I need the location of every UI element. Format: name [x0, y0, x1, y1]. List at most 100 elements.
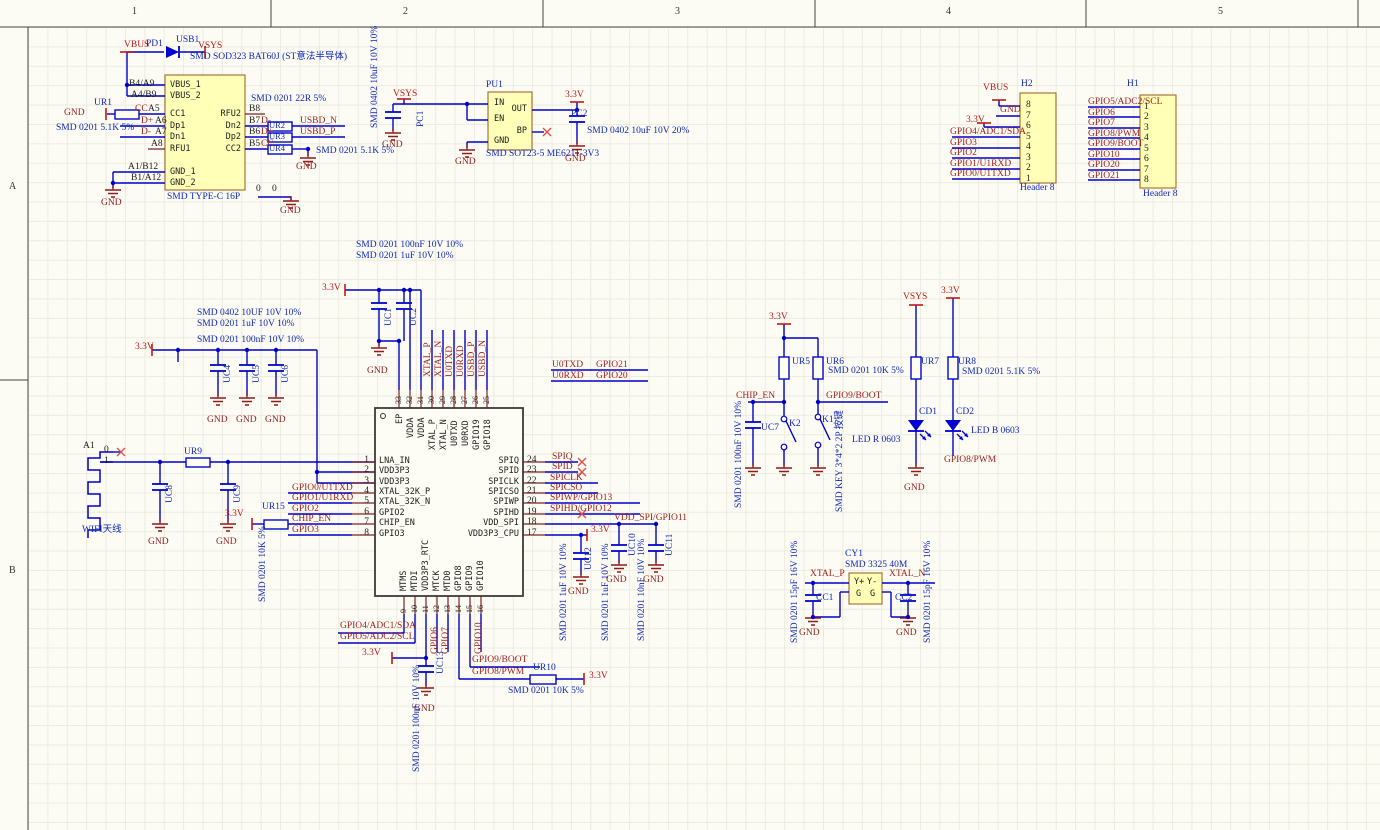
gnd-label[interactable]: GND: [280, 207, 301, 217]
designator-value-label[interactable]: SMD 0201 15pF 16V 10%: [924, 541, 934, 643]
net-label[interactable]: U0RXD: [552, 372, 584, 382]
net-label[interactable]: D+: [141, 117, 153, 127]
pin-name-label[interactable]: Dn2: [226, 122, 241, 131]
pin-label[interactable]: 0: [256, 185, 261, 195]
gnd-label[interactable]: GND: [236, 416, 257, 426]
pin-name-label[interactable]: SPIQ: [499, 457, 519, 466]
net-label[interactable]: GPIO4/ADC1/SDA: [950, 128, 1026, 138]
designator-value-label[interactable]: SMD 0201 5.1K 5%: [962, 368, 1040, 378]
pin-label[interactable]: 2: [1026, 164, 1031, 174]
net-label[interactable]: GPIO2: [950, 149, 977, 159]
power-label[interactable]: VSYS: [393, 90, 417, 100]
designator-value-label[interactable]: UR2: [269, 121, 285, 130]
net-label[interactable]: GND: [1000, 106, 1021, 116]
pin-name-label[interactable]: SPIWP: [493, 498, 519, 507]
pin-label[interactable]: B1/A12: [131, 174, 161, 184]
pin-name-label[interactable]: GPIO18: [484, 419, 493, 450]
pin-label[interactable]: 25: [483, 396, 491, 404]
schematic-editor-canvas[interactable]: VBUSPD1USB1VSYSSMD SOD323 BAT60J (ST意法半导…: [0, 0, 1380, 830]
pin-label[interactable]: 15: [466, 605, 474, 613]
net-label[interactable]: GPIO20: [596, 372, 628, 382]
pin-label[interactable]: A6: [155, 117, 167, 127]
designator-value-label[interactable]: UR7: [921, 358, 939, 368]
pin-label[interactable]: 7: [364, 518, 369, 528]
pin-label[interactable]: 30: [428, 396, 436, 404]
pin-label[interactable]: 4: [1144, 134, 1149, 144]
pin-name-label[interactable]: LNA_IN: [379, 457, 410, 466]
net-label[interactable]: XTAL_P: [424, 342, 434, 377]
net-label[interactable]: SPIWP/GPIO13: [550, 494, 612, 504]
pin-name-label[interactable]: IN: [494, 99, 504, 108]
net-label[interactable]: SPIHD/GPIO12: [550, 505, 612, 515]
pin-label[interactable]: B5: [249, 140, 260, 150]
net-label[interactable]: U0RXD: [457, 345, 467, 377]
pin-name-label[interactable]: VDDA: [418, 418, 427, 438]
designator-value-label[interactable]: SMD 0201 1uF 10V 10%: [602, 544, 612, 641]
power-label[interactable]: VSYS: [903, 293, 927, 303]
designator-value-label[interactable]: SMD 0201 100nF 10V 10%: [356, 241, 463, 251]
designator-value-label[interactable]: SMD 0201 10K 5%: [508, 687, 584, 697]
gnd-label[interactable]: GND: [643, 576, 664, 586]
pin-name-label[interactable]: U0RXD: [462, 420, 471, 446]
designator-value-label[interactable]: LED R 0603: [852, 436, 901, 446]
designator-value-label[interactable]: SMD 0201 100nF 10V 10%: [413, 665, 423, 772]
designator-value-label[interactable]: UC11: [666, 534, 676, 556]
net-label[interactable]: GPIO5/ADC2/SCL: [1088, 98, 1162, 108]
designator-value-label[interactable]: PC2: [571, 110, 587, 120]
pin-name-label[interactable]: OUT: [512, 105, 527, 114]
pin-label[interactable]: 2: [364, 466, 369, 476]
pin-label[interactable]: A8: [151, 140, 163, 150]
pin-label[interactable]: 18: [527, 518, 537, 528]
pin-label[interactable]: 6: [1026, 122, 1031, 132]
designator-value-label[interactable]: UC7: [761, 424, 779, 434]
pin-name-label[interactable]: VDDA: [407, 418, 416, 438]
pin-name-label[interactable]: GPIO3: [379, 530, 405, 539]
pin-name-label[interactable]: GPIO8: [455, 565, 464, 591]
net-label[interactable]: CC: [135, 105, 148, 115]
pin-name-label[interactable]: VDD3P3_CPU: [468, 530, 519, 539]
pin-name-label[interactable]: CHIP_EN: [379, 519, 415, 528]
pin-name-label[interactable]: EP: [396, 414, 405, 424]
pin-label[interactable]: 31: [417, 396, 425, 404]
pin-name-label[interactable]: GPIO9: [466, 565, 475, 591]
pin-name-label[interactable]: U0TXD: [451, 420, 460, 446]
pin-label[interactable]: A1/B12: [128, 163, 158, 173]
gnd-label[interactable]: GND: [382, 141, 403, 151]
pin-name-label[interactable]: VBUS_1: [170, 81, 201, 90]
net-label[interactable]: USBD_N: [479, 340, 489, 377]
pin-label[interactable]: 27: [461, 396, 469, 404]
pin-label[interactable]: 8: [1026, 101, 1031, 111]
pin-name-label[interactable]: EN: [494, 115, 504, 124]
gnd-label[interactable]: GND: [148, 538, 169, 548]
designator-value-label[interactable]: UR5: [792, 358, 810, 368]
pin-name-label[interactable]: VDD3P3: [379, 467, 410, 476]
gnd-label[interactable]: GND: [367, 367, 388, 377]
gnd-label[interactable]: GND: [101, 199, 122, 209]
designator-value-label[interactable]: WIFI天线: [82, 526, 122, 536]
pin-label[interactable]: 29: [439, 396, 447, 404]
pin-label[interactable]: 10: [411, 605, 419, 613]
pin-label[interactable]: 33: [395, 396, 403, 404]
pin-name-label[interactable]: Y+: [854, 578, 864, 587]
pin-name-label[interactable]: GPIO10: [477, 560, 486, 591]
pin-name-label[interactable]: GND_1: [170, 168, 196, 177]
designator-value-label[interactable]: SMD 0201 10nF 10V 10%: [638, 539, 648, 641]
pin-label[interactable]: 5: [364, 497, 369, 507]
net-label[interactable]: SPID: [552, 463, 573, 473]
designator-value-label[interactable]: CD2: [956, 408, 974, 418]
net-label[interactable]: USBD_P: [300, 128, 335, 138]
pin-name-label[interactable]: BP: [517, 127, 527, 136]
gnd-label[interactable]: GND: [64, 109, 85, 119]
power-label[interactable]: VSYS: [198, 42, 222, 52]
designator-value-label[interactable]: UC1: [385, 308, 395, 326]
gnd-label[interactable]: GND: [296, 163, 317, 173]
pin-label[interactable]: B4/A9: [129, 80, 154, 90]
designator-value-label[interactable]: UC8: [166, 485, 176, 503]
pin-label[interactable]: 6: [1144, 155, 1149, 165]
pin-name-label[interactable]: XTAL_32K_P: [379, 488, 430, 497]
power-label[interactable]: VBUS: [983, 84, 1008, 94]
designator-value-label[interactable]: SMD 0201 5.1K 5%: [56, 124, 134, 134]
designator-value-label[interactable]: SMD 0402 10UF 10V 10%: [197, 309, 301, 319]
designator-value-label[interactable]: SMD 0201 100nF 10V 10%: [735, 401, 745, 508]
net-label[interactable]: GPIO9/BOOT: [1088, 140, 1143, 150]
